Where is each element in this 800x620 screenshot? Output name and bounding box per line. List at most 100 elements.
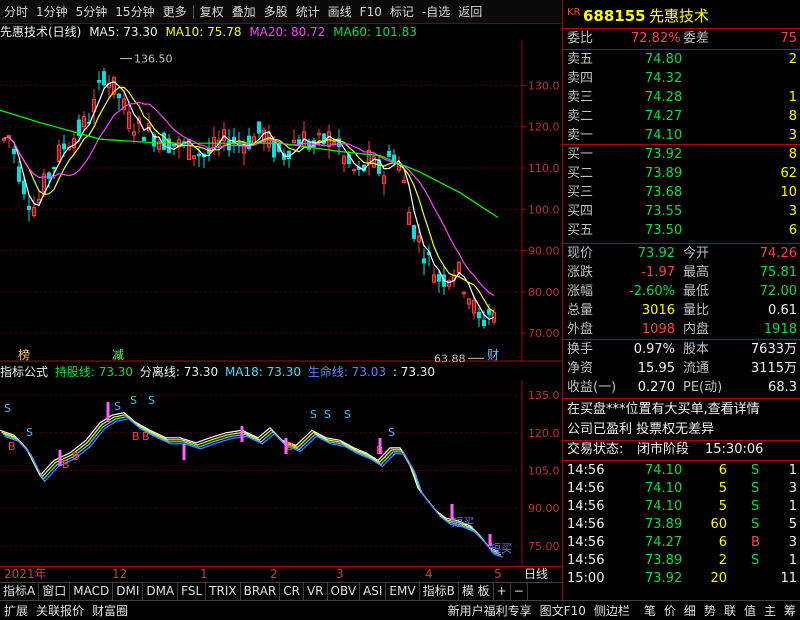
remove-watchlist-button[interactable]: -自选	[418, 1, 454, 23]
tab-1min[interactable]: 1分钟	[32, 1, 72, 23]
tab-fsl[interactable]: FSL	[178, 583, 207, 600]
sell-level-price[interactable]: 74.28	[645, 89, 682, 107]
finance-mark: 财	[487, 348, 499, 362]
related-quotes-button[interactable]: 关联报价	[32, 602, 88, 620]
tick-direction: S	[751, 481, 760, 496]
tab-15min[interactable]: 15分钟	[111, 1, 158, 23]
notice-company[interactable]: 公司已盈利 投票权无差异	[567, 421, 714, 439]
stat-label: 流通	[683, 361, 710, 376]
indicator-chart[interactable]: 135.0120.0105.090.0075.00 SSS S SS S SSBBBB B…	[0, 380, 562, 566]
reduce-mark: 减	[112, 348, 124, 362]
tab-brar[interactable]: BRAR	[241, 583, 281, 600]
rank-mark: 榜	[18, 347, 30, 362]
buy-level-price[interactable]: 73.89	[645, 165, 682, 183]
tick-time: 14:56	[567, 463, 605, 478]
candlestick-chart[interactable]: 130.0 120.0 110.0 100.0 90.00 80.00 70.00 136.…	[0, 40, 562, 362]
multi-stock-button[interactable]: 多股	[260, 1, 292, 23]
ma60-line	[0, 109, 499, 219]
stat-value: 3016	[641, 303, 675, 318]
overlay-button[interactable]: 叠加	[228, 1, 260, 23]
stat-label: 外盘	[567, 322, 594, 337]
stat-label: 量比	[683, 303, 710, 318]
tab-5min[interactable]: 5分钟	[72, 1, 112, 23]
buy-level-volume: 3	[788, 204, 797, 219]
indicator-legend: 指标公式 持股线: 73.30 分离线: 73.30 MA18: 73.30 生…	[0, 364, 562, 380]
side-tab-zhu[interactable]: 主	[760, 602, 780, 620]
life-line	[4, 418, 503, 558]
buy-level-price[interactable]: 73.68	[645, 184, 682, 202]
ma20-label: MA20: 80.72	[249, 25, 326, 39]
candle	[97, 71, 101, 91]
tab-more[interactable]: 更多	[159, 1, 191, 23]
y-tick-label: 90.00	[528, 245, 560, 258]
y-tick-label: 75.00	[528, 540, 560, 553]
last-value-label: : 73.30	[392, 365, 436, 379]
sidebar-button[interactable]: 侧边栏	[590, 602, 634, 620]
wealth-circle-button[interactable]: 财富圈	[88, 602, 132, 620]
buy-level-price[interactable]: 73.50	[645, 222, 682, 240]
tick-price: 74.10	[645, 481, 683, 496]
tab-trix[interactable]: TRIX	[206, 583, 241, 600]
tab-obv[interactable]: OBV	[328, 583, 361, 600]
tab-macd[interactable]: MACD	[70, 583, 114, 600]
low-price-label: 63.88	[434, 352, 466, 362]
side-tab-zhi[interactable]: 值	[740, 602, 760, 620]
buy-signal: B	[142, 430, 150, 443]
tab-template[interactable]: 模 板	[459, 583, 494, 600]
back-button[interactable]: 返回	[454, 1, 486, 23]
buy-level-volume: 10	[780, 185, 797, 200]
tab-remove[interactable]: −	[511, 583, 528, 600]
side-tab-lian[interactable]: 联	[720, 602, 740, 620]
indicator-formula-label[interactable]: 指标公式	[0, 365, 48, 379]
side-tab-jia[interactable]: 价	[660, 602, 680, 620]
side-tab-shi[interactable]: 势	[700, 602, 720, 620]
tab-indicator-b[interactable]: 指标B	[420, 583, 459, 600]
expand-button[interactable]: 扩展	[0, 602, 32, 620]
tab-asi[interactable]: ASI	[360, 583, 387, 600]
tab-dmi[interactable]: DMI	[113, 583, 144, 600]
restore-rights-button[interactable]: 复权	[196, 1, 228, 23]
candle	[247, 127, 251, 151]
tick-volume: 60	[710, 517, 727, 532]
sell-signal: S	[388, 426, 395, 439]
tab-dma[interactable]: DMA	[143, 583, 179, 600]
tab-cr[interactable]: CR	[280, 583, 304, 600]
sell-signal: S	[26, 426, 33, 439]
period-label[interactable]: 日线	[524, 567, 548, 582]
draw-line-button[interactable]: 画线	[324, 1, 356, 23]
side-tab-xi[interactable]: 细	[680, 602, 700, 620]
tick-count: 1	[788, 499, 797, 514]
statistics-button[interactable]: 统计	[292, 1, 324, 23]
candle	[422, 248, 426, 276]
weibi-value: 72.82%	[631, 31, 681, 46]
tab-add[interactable]: +	[494, 583, 511, 600]
sell-signal: S	[344, 408, 351, 421]
tab-indicator-a[interactable]: 指标A	[0, 583, 40, 600]
sell-signal: S	[4, 402, 11, 415]
chart-legend: 先惠技术(日线) MA5: 73.30 MA10: 75.78 MA20: 80…	[0, 24, 562, 40]
mark-button[interactable]: 标记	[386, 1, 418, 23]
buy-level-price[interactable]: 73.55	[645, 203, 682, 221]
stat-label: 内盘	[683, 322, 710, 337]
sell-level-price[interactable]: 74.27	[645, 108, 682, 126]
f10-button[interactable]: F10	[356, 1, 386, 23]
sell-level-price[interactable]: 74.10	[645, 127, 682, 145]
notice-big-order[interactable]: 在买盘***位置有大买单,查看详情	[567, 401, 760, 419]
buy-level-price[interactable]: 73.92	[645, 146, 682, 164]
side-tab-bi[interactable]: 笔	[640, 602, 660, 620]
side-tab-chou[interactable]: 筹	[780, 602, 800, 620]
new-user-benefit-link[interactable]: 新用户福利专享	[444, 602, 536, 620]
sell-level-price[interactable]: 74.32	[645, 70, 682, 88]
candle	[327, 124, 331, 159]
tab-vr[interactable]: VR	[304, 583, 328, 600]
tab-window[interactable]: 窗口	[39, 583, 71, 600]
tab-timeshare[interactable]: 分时	[0, 1, 32, 23]
candle	[412, 224, 416, 243]
stat-value: 68.3	[768, 380, 797, 395]
sell-signal: S	[324, 408, 331, 421]
tab-emv[interactable]: EMV	[386, 583, 420, 600]
x-tick-12: 12	[112, 567, 128, 581]
sell-level-price[interactable]: 74.80	[645, 51, 682, 69]
f10-graphic-button[interactable]: 图文F10	[536, 602, 590, 620]
toolbar-divider	[192, 4, 194, 19]
